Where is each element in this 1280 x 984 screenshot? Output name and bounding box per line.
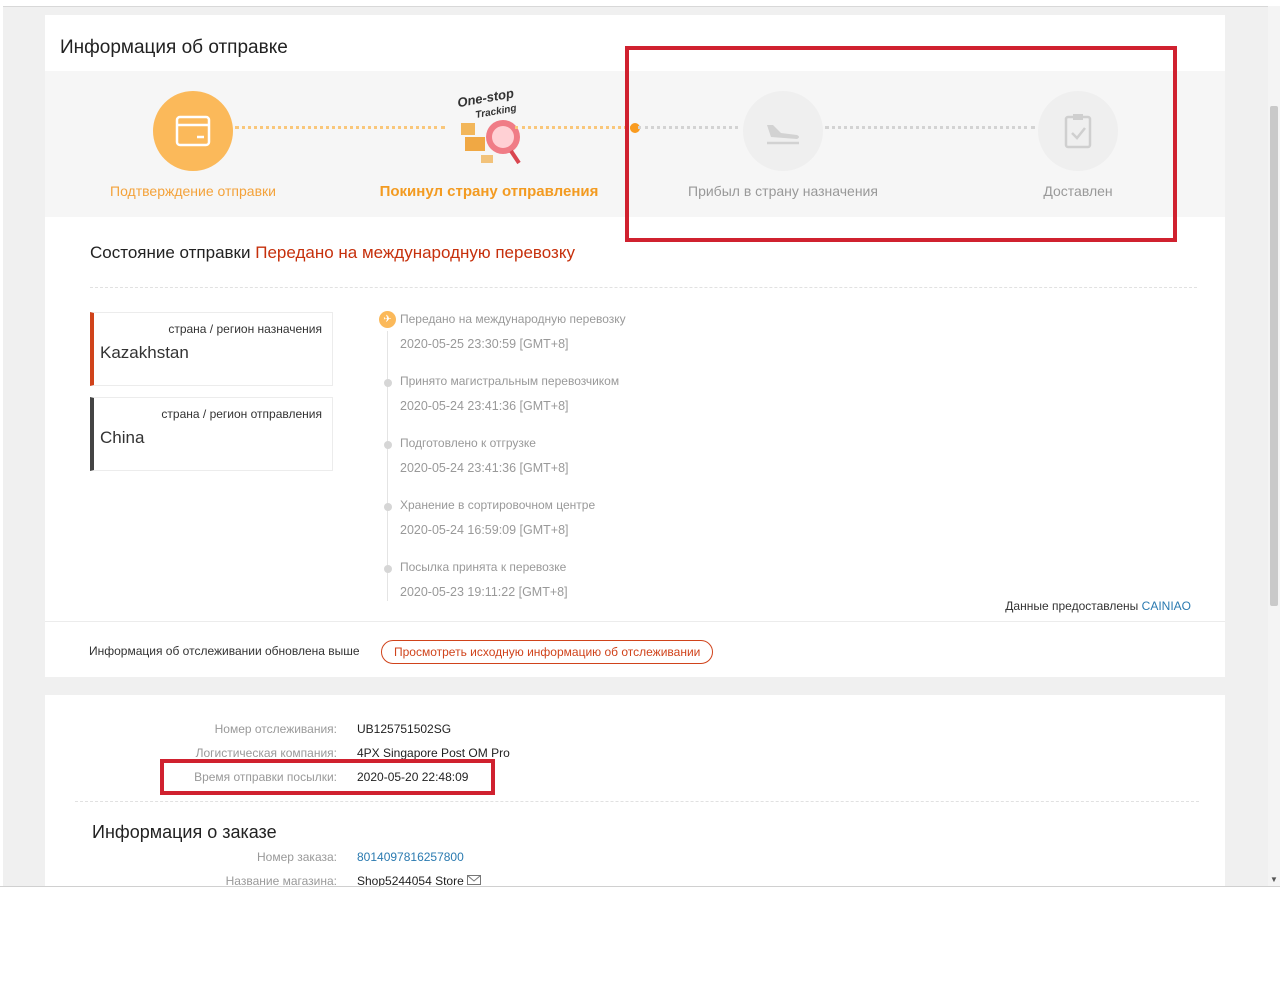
highlight-box-ship-time [160, 759, 495, 795]
divider [45, 621, 1225, 622]
progress-connector [515, 126, 633, 129]
timeline-event: Подготовлено к отгрузке [400, 436, 536, 450]
timeline-dot [384, 379, 392, 387]
shipping-info-title: Информация об отправке [60, 37, 288, 58]
timeline-event: Хранение в сортировочном центре [400, 498, 596, 512]
timeline-time: 2020-05-24 16:59:09 [GMT+8] [400, 523, 569, 537]
tracking-number-value: UB125751502SG [357, 722, 452, 736]
timeline-event: Принято магистральным перевозчиком [400, 374, 620, 388]
region-caption: страна / регион назначения [168, 322, 322, 336]
plane-icon: ✈ [379, 311, 396, 328]
order-number-link[interactable]: 8014097816257800 [357, 850, 464, 864]
timeline-time: 2020-05-24 23:41:36 [GMT+8] [400, 461, 569, 475]
timeline-line [387, 331, 388, 601]
timeline-time: 2020-05-24 23:41:36 [GMT+8] [400, 399, 569, 413]
scroll-down-arrow-icon[interactable]: ▼ [1270, 875, 1278, 884]
timeline-time: 2020-05-23 19:11:22 [GMT+8] [400, 585, 568, 599]
region-value: Kazakhstan [100, 343, 189, 362]
vertical-scrollbar[interactable]: ▼ [1268, 6, 1280, 886]
progress-connector [235, 126, 445, 129]
region-value: China [100, 428, 145, 447]
status-value: Передано на международную перевозку [255, 243, 575, 262]
highlight-box-pending-steps [625, 46, 1177, 242]
timeline-dot [384, 503, 392, 511]
window-bottom-edge [0, 886, 1280, 887]
timeline-time: 2020-05-25 23:30:59 [GMT+8] [400, 337, 569, 351]
one-stop-tracking-icon: One-stop Tracking [453, 81, 543, 169]
provider-prefix: Данные предоставлены [1005, 599, 1139, 613]
timeline-event: Посылка принята к перевозке [400, 560, 567, 574]
data-provider: Данные предоставлены CAINIAO [1005, 599, 1191, 613]
step-label: Подтверждение отправки [110, 183, 276, 199]
timeline-event: Передано на международную перевозку [400, 312, 626, 326]
order-info-title: Информация о заказе [92, 822, 277, 842]
origin-region-box: страна / регион отправления China [90, 397, 333, 471]
logistics-company-value: 4PX Singapore Post OM Pro [357, 746, 510, 760]
timeline-dot [384, 441, 392, 449]
tracking-updated-text: Информация об отслеживании обновлена выш… [89, 644, 360, 658]
package-icon [153, 91, 233, 171]
provider-link[interactable]: CAINIAO [1142, 599, 1191, 613]
shipment-status: Состояние отправки Передано на междунаро… [90, 243, 575, 263]
logistics-company-label: Логистическая компания: [195, 746, 337, 760]
tracking-number-label: Номер отслеживания: [214, 722, 337, 736]
divider [75, 801, 1199, 802]
view-original-tracking-button[interactable]: Просмотреть исходную информацию об отсле… [381, 640, 714, 664]
scrollbar-thumb[interactable] [1270, 106, 1278, 606]
destination-region-box: страна / регион назначения Kazakhstan [90, 312, 333, 386]
timeline-dot [384, 565, 392, 573]
status-label: Состояние отправки [90, 243, 251, 262]
divider [90, 287, 1197, 288]
order-number-label: Номер заказа: [256, 850, 337, 864]
region-caption: страна / регион отправления [161, 407, 322, 421]
step-label: Покинул страну отправления [379, 183, 599, 200]
